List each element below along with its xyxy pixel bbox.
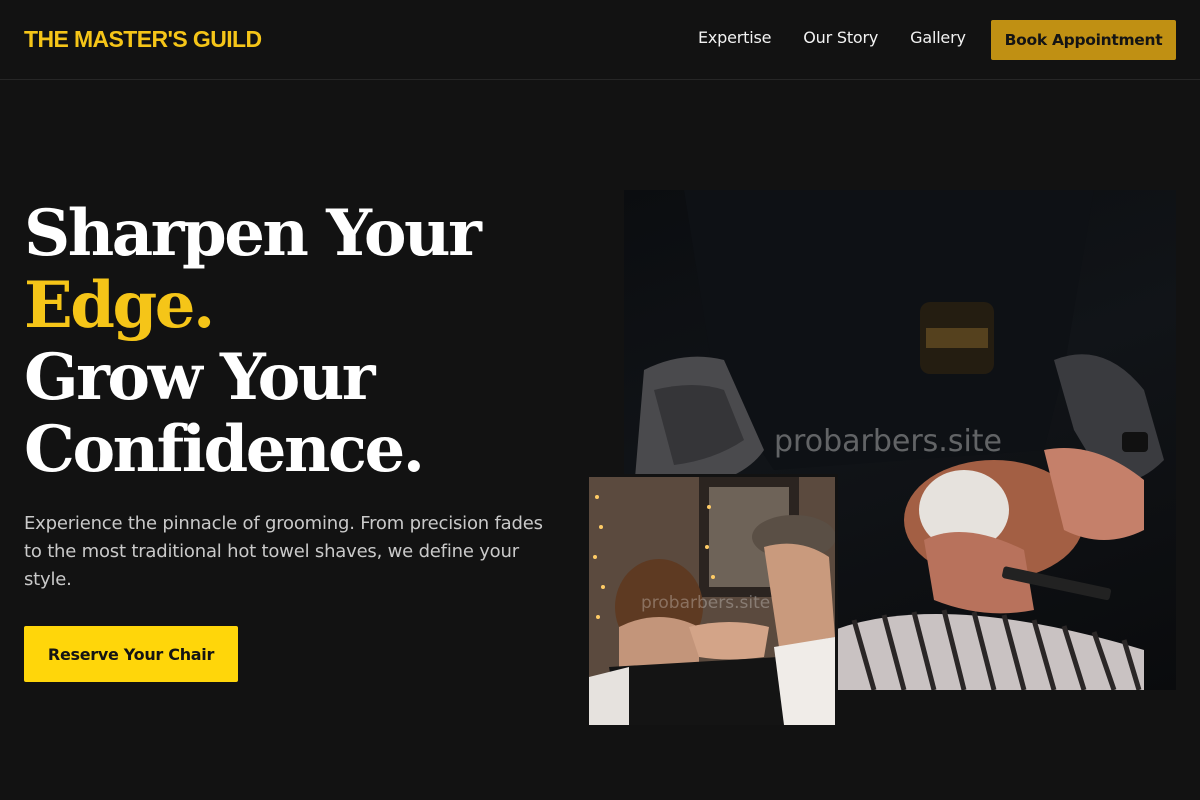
hero-title-line-3: Grow Your [24,340,376,415]
hero-title: Sharpen Your Edge. Grow Your Confidence. [24,196,482,487]
nav-link-gallery[interactable]: Gallery [910,28,966,47]
hero-title-line-1: Sharpen Your [24,196,482,271]
reserve-chair-button[interactable]: Reserve Your Chair [24,626,238,682]
hero-title-line-4: Confidence. [24,412,425,487]
nav-link-our-story[interactable]: Our Story [803,28,878,47]
image-watermark: probarbers.site [774,424,1003,459]
image-watermark-small: probarbers.site [641,593,771,613]
site-header: THE MASTER'S GUILD Expertise Our Story G… [0,0,1200,80]
site-logo[interactable]: THE MASTER'S GUILD [24,26,262,53]
gallery-image-haircut: probarbers.site [586,474,838,728]
nav-link-expertise[interactable]: Expertise [698,28,771,47]
hero-description: Experience the pinnacle of grooming. Fro… [24,513,543,590]
book-appointment-button[interactable]: Book Appointment [991,20,1176,60]
main-nav: Expertise Our Story Gallery [698,28,966,47]
hero-title-line-2: Edge. [24,268,215,343]
